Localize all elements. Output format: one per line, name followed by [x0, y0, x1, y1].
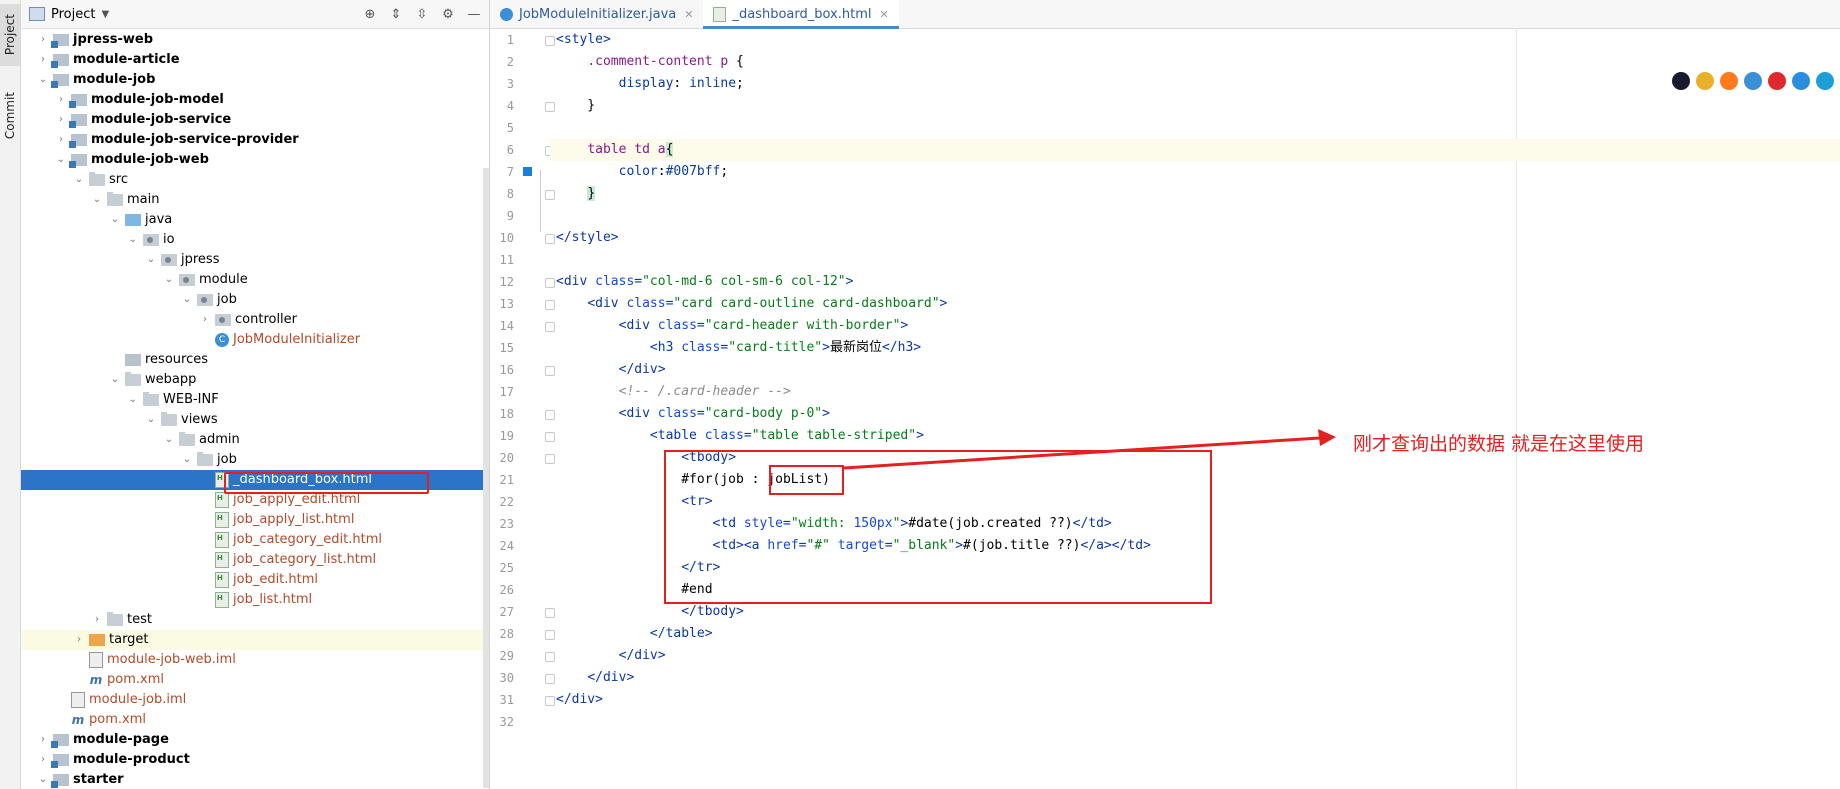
annotation-arrow — [843, 429, 1336, 470]
annotation-text: 刚才查询出的数据 就是在这里使用 — [1353, 433, 1645, 455]
